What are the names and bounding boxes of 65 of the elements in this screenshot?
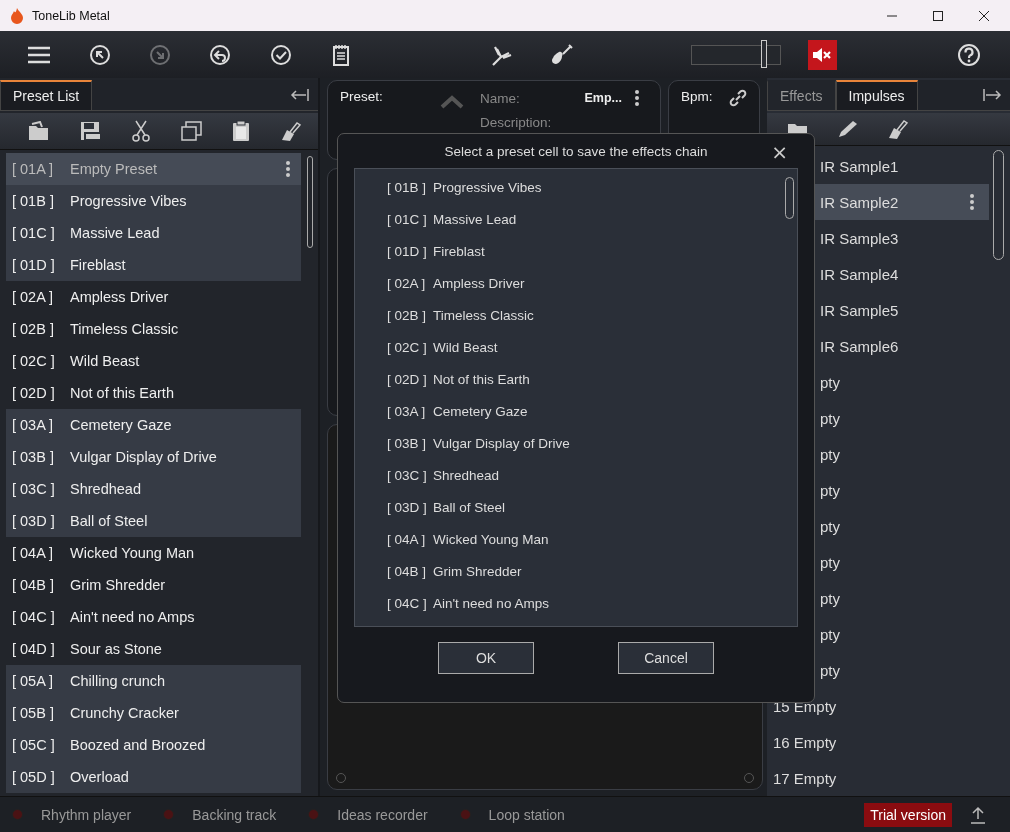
preset-item[interactable]: [ 03D ] Ball of Steel bbox=[6, 505, 301, 537]
preset-cell[interactable]: [ 04A ] Wicked Young Man bbox=[355, 523, 785, 555]
impulse-item[interactable]: 16 Empty bbox=[767, 724, 989, 760]
panel-tab[interactable]: Preset List bbox=[0, 80, 93, 110]
preset-item[interactable]: [ 03B ] Vulgar Display of Drive bbox=[6, 441, 301, 473]
save-icon[interactable] bbox=[79, 121, 102, 141]
preset-item[interactable]: [ 03A ] Cemetery Gaze bbox=[6, 409, 301, 441]
dialog-button[interactable]: OK bbox=[438, 642, 534, 674]
preset-item[interactable]: [ 05C ] Boozed and Broozed bbox=[6, 729, 301, 761]
preset-cell[interactable]: [ 03A ] Cemetery Gaze bbox=[355, 395, 785, 427]
link-icon[interactable] bbox=[729, 89, 747, 107]
preset-item[interactable]: [ 05D ] Overload bbox=[6, 761, 301, 793]
impulse-item[interactable]: 17 Empty bbox=[767, 760, 989, 796]
expand-icon[interactable] bbox=[982, 88, 1002, 102]
muted-speaker-icon bbox=[812, 45, 833, 64]
brush-icon[interactable] bbox=[279, 120, 302, 142]
folder-icon[interactable] bbox=[28, 121, 50, 141]
panel-tab[interactable]: Impulses bbox=[835, 80, 918, 110]
preset-cell[interactable]: [ 02C ] Wild Beast bbox=[355, 331, 785, 363]
name-label: Name: bbox=[480, 90, 520, 106]
pen-icon[interactable] bbox=[837, 119, 859, 139]
preset-cell[interactable]: [ 03C ] Shredhead bbox=[355, 459, 785, 491]
more-icon[interactable] bbox=[634, 89, 640, 107]
more-icon[interactable] bbox=[969, 193, 975, 211]
preset-item[interactable]: [ 05A ] Chilling crunch bbox=[6, 665, 301, 697]
copy-icon[interactable] bbox=[180, 121, 203, 141]
dialog-button[interactable]: Cancel bbox=[618, 642, 714, 674]
preset-item[interactable]: [ 01D ] Fireblast bbox=[6, 249, 301, 281]
clipboard-icon[interactable] bbox=[232, 120, 251, 142]
preset-item[interactable]: [ 01A ] Empty Preset bbox=[6, 153, 301, 185]
upload-icon[interactable] bbox=[970, 805, 986, 824]
preset-cell[interactable]: [ 04B ] Grim Shredder bbox=[355, 555, 785, 587]
close-icon[interactable] bbox=[978, 9, 990, 22]
preset-label: Preset: bbox=[340, 89, 384, 104]
window-title: ToneLib Metal bbox=[32, 8, 110, 23]
preset-item[interactable]: [ 01B ] Progressive Vibes bbox=[6, 185, 301, 217]
preset-cell[interactable]: [ 01D ] Fireblast bbox=[355, 235, 785, 267]
brush-icon[interactable] bbox=[887, 118, 909, 140]
preset-item[interactable]: [ 05B ] Crunchy Cracker bbox=[6, 697, 301, 729]
preset-cell[interactable]: [ 02D ] Not of this Earth bbox=[355, 363, 785, 395]
collapse-icon[interactable] bbox=[290, 88, 310, 102]
description-label: Description: bbox=[480, 115, 553, 130]
preset-item[interactable]: [ 03C ] Shredhead bbox=[6, 473, 301, 505]
dialog-title: Select a preset cell to save the effects chain bbox=[444, 143, 708, 159]
scrollbar[interactable] bbox=[307, 156, 313, 248]
preset-cell[interactable]: [ 02B ] Timeless Classic bbox=[355, 299, 785, 331]
status-toggle[interactable]: Rhythm player bbox=[41, 806, 132, 823]
preset-item[interactable]: [ 01C ] Massive Lead bbox=[6, 217, 301, 249]
preset-cell[interactable]: [ 03D ] Ball of Steel bbox=[355, 491, 785, 523]
preset-cell[interactable]: [ 03B ] Vulgar Display of Drive bbox=[355, 427, 785, 459]
panel-tab[interactable]: Effects bbox=[767, 80, 836, 110]
status-toggle[interactable]: Loop station bbox=[488, 806, 565, 823]
preset-cell[interactable]: [ 04C ] Ain't need no Amps bbox=[355, 587, 785, 619]
status-toggle[interactable]: Backing track bbox=[192, 806, 277, 823]
bpm-label: Bpm: bbox=[681, 89, 713, 104]
status-toggle[interactable]: Ideas recorder bbox=[337, 806, 428, 823]
flame-icon bbox=[10, 7, 24, 24]
more-icon[interactable] bbox=[285, 160, 291, 178]
scissors-icon[interactable] bbox=[131, 120, 152, 142]
mute-button[interactable] bbox=[807, 39, 837, 70]
close-button[interactable]: × bbox=[767, 140, 792, 164]
preset-name: Emp... bbox=[584, 91, 622, 105]
preset-cell[interactable]: [ 02A ] Ampless Driver bbox=[355, 267, 785, 299]
maximize-icon[interactable] bbox=[932, 9, 944, 22]
trial-badge[interactable]: Trial version bbox=[864, 802, 952, 827]
